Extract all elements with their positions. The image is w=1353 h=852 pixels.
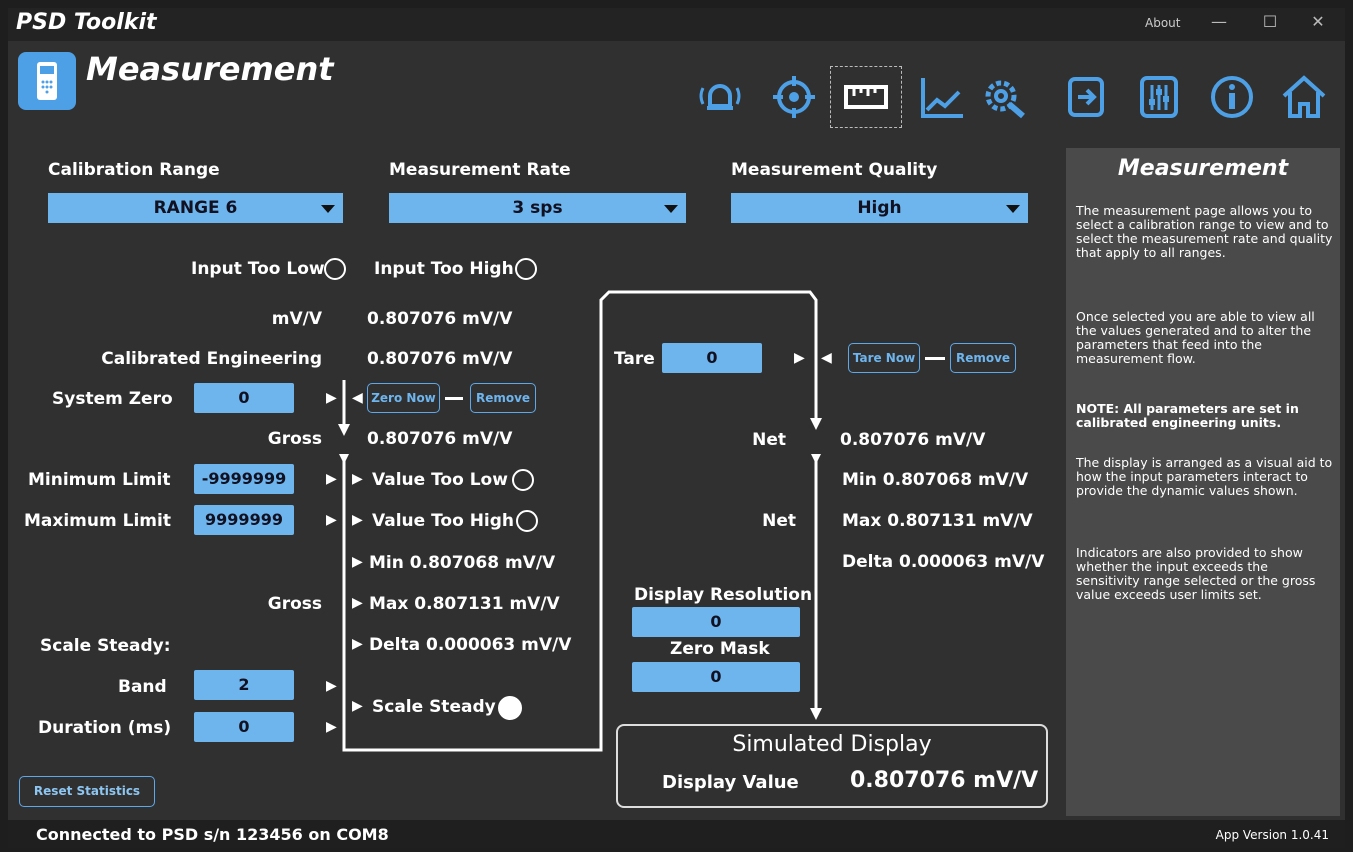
- zero-mask-label: Zero Mask: [670, 639, 770, 659]
- gross-delta-label: Delta: [369, 635, 421, 655]
- help-paragraph: Indicators are also provided to show whe…: [1076, 545, 1316, 602]
- right-pointer-icon: ▶: [352, 698, 363, 714]
- right-pointer-icon: ▶: [326, 678, 337, 694]
- about-button[interactable]: About: [1145, 16, 1180, 30]
- export-icon: [1068, 77, 1104, 117]
- help-paragraph: The measurement page allows you to selec…: [1076, 203, 1333, 260]
- gross-min-label: Min: [369, 553, 404, 573]
- nav-info-button[interactable]: [1196, 66, 1268, 128]
- right-pointer-icon: ▶: [352, 595, 363, 611]
- status-bar: Connected to PSD s/n 123456 on COM8 App …: [8, 820, 1345, 848]
- system-zero-label: System Zero: [52, 389, 173, 409]
- value-too-low-indicator: [512, 469, 534, 491]
- left-pointer-icon: ◀: [352, 390, 363, 406]
- help-panel: Measurement The measurement page allows …: [1066, 148, 1340, 816]
- value-too-high-label: Value Too High: [372, 511, 515, 531]
- duration-input[interactable]: 0: [194, 712, 294, 742]
- divider: [445, 397, 463, 400]
- net-delta-label: Delta: [842, 552, 894, 572]
- gross-max-label: Max: [369, 594, 409, 614]
- zero-now-button[interactable]: Zero Now: [367, 383, 440, 413]
- right-pointer-icon: ▶: [326, 719, 337, 735]
- net-stats-label: Net: [762, 511, 796, 531]
- app-version: App Version 1.0.41: [1215, 828, 1329, 842]
- help-note: NOTE: All parameters are set in calibrat…: [1076, 401, 1299, 430]
- net-max-label: Max: [842, 511, 882, 531]
- help-paragraph: The display is arranged as a visual aid …: [1076, 455, 1333, 498]
- minimum-limit-input[interactable]: -9999999: [194, 464, 294, 494]
- display-value-label: Display Value: [662, 772, 799, 793]
- scale-steady-indicator-label: Scale Steady: [372, 697, 496, 717]
- home-icon: [1282, 75, 1326, 118]
- mvv-label: mV/V: [271, 309, 322, 329]
- divider: [925, 357, 945, 360]
- maximum-limit-label: Maximum Limit: [24, 511, 171, 531]
- right-pointer-icon: ▶: [352, 554, 363, 570]
- app-window: PSD Toolkit About — ☐ ✕ Measurement Cali…: [8, 8, 1345, 848]
- value-too-low-label: Value Too Low: [372, 470, 508, 490]
- gross-stats-label: Gross: [267, 594, 322, 614]
- system-zero-remove-button[interactable]: Remove: [470, 383, 536, 413]
- scale-steady-label: Scale Steady:: [40, 636, 171, 656]
- maximize-icon[interactable]: ☐: [1258, 12, 1282, 31]
- net-max: Max 0.807131 mV/V: [842, 511, 1033, 531]
- gross-label: Gross: [267, 429, 322, 449]
- simulated-display-title: Simulated Display: [732, 732, 932, 757]
- duration-label: Duration (ms): [38, 718, 172, 738]
- tare-label: Tare: [614, 349, 655, 369]
- reset-statistics-button[interactable]: Reset Statistics: [19, 776, 155, 807]
- net-max-value: 0.807131 mV/V: [887, 511, 1033, 531]
- gross-value: 0.807076 mV/V: [367, 429, 513, 449]
- display-resolution-label: Display Resolution: [634, 585, 813, 605]
- right-pointer-icon: ▶: [352, 471, 363, 487]
- nav-home-button[interactable]: [1268, 66, 1340, 128]
- sliders-icon: [1140, 76, 1178, 118]
- gross-max: Max 0.807131 mV/V: [369, 594, 560, 614]
- minimize-icon[interactable]: —: [1207, 12, 1231, 31]
- right-pointer-icon: ▶: [326, 471, 337, 487]
- close-icon[interactable]: ✕: [1306, 12, 1330, 31]
- band-input[interactable]: 2: [194, 670, 294, 700]
- display-resolution-input[interactable]: 0: [632, 607, 800, 637]
- scale-steady-indicator: [498, 696, 522, 720]
- help-title: Measurement: [1117, 156, 1289, 181]
- net-min-value: 0.807068 mV/V: [882, 470, 1029, 490]
- net-min: Min 0.807068 mV/V: [842, 470, 1028, 490]
- nav-tuning-button[interactable]: [1123, 66, 1195, 128]
- gross-delta: Delta 0.000063 mV/V: [369, 635, 571, 655]
- right-pointer-icon: ▶: [352, 636, 363, 652]
- calibrated-engineering-value: 0.807076 mV/V: [367, 349, 513, 369]
- info-icon: [1211, 76, 1253, 118]
- tare-input[interactable]: 0: [662, 343, 762, 373]
- net-delta-value: 0.000063 mV/V: [899, 552, 1045, 572]
- mvv-value: 0.807076 mV/V: [367, 309, 513, 329]
- net-delta: Delta 0.000063 mV/V: [842, 552, 1044, 572]
- net-value: 0.807076 mV/V: [840, 430, 986, 450]
- minimum-limit-label: Minimum Limit: [28, 470, 171, 490]
- band-label: Band: [118, 677, 167, 697]
- value-too-high-indicator: [516, 510, 538, 532]
- system-zero-input[interactable]: 0: [194, 383, 294, 413]
- calibrated-engineering-label: Calibrated Engineering: [101, 349, 322, 369]
- gross-min: Min 0.807068 mV/V: [369, 553, 555, 573]
- gross-min-value: 0.807068 mV/V: [409, 553, 556, 573]
- gross-max-value: 0.807131 mV/V: [414, 594, 560, 614]
- display-value: 0.807076 mV/V: [850, 768, 1039, 793]
- maximum-limit-input[interactable]: 9999999: [194, 505, 294, 535]
- tare-now-button[interactable]: Tare Now: [848, 343, 920, 373]
- net-label: Net: [752, 430, 786, 450]
- connection-status: Connected to PSD s/n 123456 on COM8: [36, 825, 389, 844]
- left-pointer-icon: ◀: [821, 350, 832, 366]
- right-pointer-icon: ▶: [352, 512, 363, 528]
- right-pointer-icon: ▶: [326, 390, 337, 406]
- right-pointer-icon: ▶: [326, 512, 337, 528]
- simulated-display: Simulated Display Display Value 0.807076…: [616, 724, 1048, 808]
- flow-lines: [338, 290, 822, 752]
- help-paragraph: Once selected you are able to view all t…: [1076, 309, 1315, 366]
- tare-remove-button[interactable]: Remove: [950, 343, 1016, 373]
- zero-mask-input[interactable]: 0: [632, 662, 800, 692]
- right-pointer-icon: ▶: [794, 350, 805, 366]
- gross-delta-value: 0.000063 mV/V: [426, 635, 572, 655]
- net-min-label: Min: [842, 470, 877, 490]
